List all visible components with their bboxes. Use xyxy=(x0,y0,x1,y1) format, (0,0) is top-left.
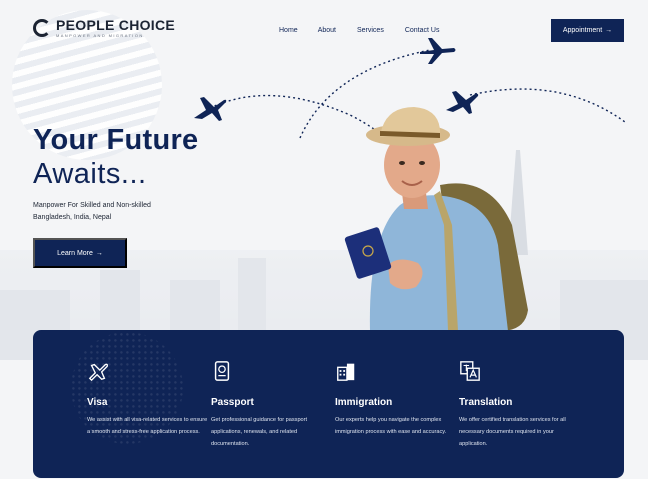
appointment-label: Appointment xyxy=(562,27,603,34)
service-title: Immigration xyxy=(335,397,393,408)
translation-icon xyxy=(460,361,480,381)
nav-item-services[interactable]: Services xyxy=(357,27,384,34)
traveler-illustration xyxy=(344,107,528,331)
learn-more-label: Learn More xyxy=(57,249,93,257)
hero-subtitle-line1: Manpower For Skilled and Non-skilled xyxy=(33,202,151,209)
hero-title-line2: Awaits... xyxy=(33,158,147,190)
airplane-icon xyxy=(88,363,109,382)
service-description: We assist with all visa-related services… xyxy=(87,417,208,435)
nav-item-home[interactable]: Home xyxy=(279,27,298,34)
hero-title-line1: Your Future xyxy=(33,124,199,156)
service-title: Passport xyxy=(211,397,254,408)
service-title: Translation xyxy=(459,397,513,408)
service-description: We offer certified translation services … xyxy=(459,417,566,447)
immigration-building-icon xyxy=(337,363,355,381)
services-panel: Visa We assist with all visa-related ser… xyxy=(33,330,624,478)
service-title: Visa xyxy=(87,397,108,408)
main-nav: Home About Services Contact Us xyxy=(279,27,439,34)
hero-subtitle-line2: Bangladesh, India, Nepal xyxy=(33,214,112,221)
brand-name: PEOPLE CHOICE xyxy=(56,17,176,33)
hero-subtitle: Manpower For Skilled and Non-skilled Ban… xyxy=(33,200,151,224)
brand-tagline: MANPOWER AND MIGRATION xyxy=(56,33,144,38)
service-description: Our experts help you navigate the comple… xyxy=(335,417,447,435)
passport-icon xyxy=(214,361,230,381)
arrow-right-icon: → xyxy=(95,249,103,257)
service-card-visa[interactable]: Visa We assist with all visa-related ser… xyxy=(87,360,207,438)
service-card-translation[interactable]: Translation We offer certified translati… xyxy=(459,360,579,450)
airplane-icon xyxy=(194,97,227,121)
service-card-passport[interactable]: Passport Get professional guidance for p… xyxy=(211,360,331,450)
service-description: Get professional guidance for passport a… xyxy=(211,417,308,447)
arrow-right-icon: → xyxy=(605,27,613,34)
brand-logo[interactable]: PEOPLE CHOICE MANPOWER AND MIGRATION xyxy=(33,18,175,38)
airplane-icon xyxy=(420,38,456,64)
nav-item-about[interactable]: About xyxy=(318,27,336,34)
learn-more-button[interactable]: Learn More → xyxy=(33,238,127,268)
appointment-button[interactable]: Appointment → xyxy=(551,19,624,42)
nav-item-contact[interactable]: Contact Us xyxy=(405,27,440,34)
logo-globe-icon xyxy=(33,19,51,37)
service-card-immigration[interactable]: Immigration Our experts help you navigat… xyxy=(335,360,455,438)
